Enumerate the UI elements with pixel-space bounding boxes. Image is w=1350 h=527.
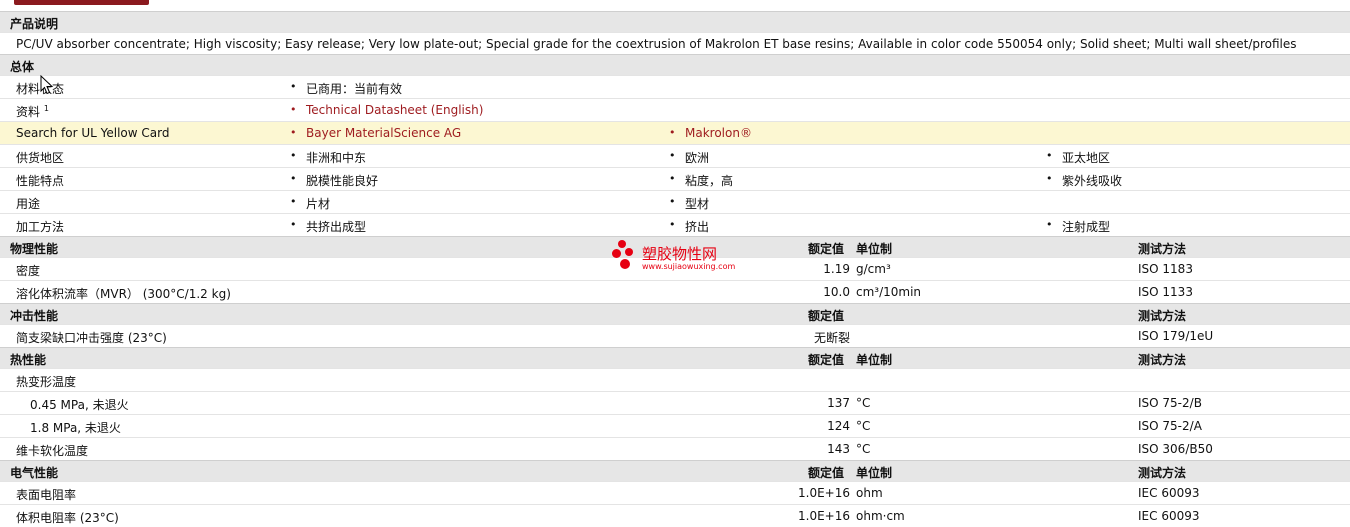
general-row-docs: 资料 1 Technical Datasheet (English) <box>0 98 1350 121</box>
property-row: 表面电阻率 1.0E+16 ohm IEC 60093 <box>0 481 1350 504</box>
section-title: 总体 <box>10 60 35 74</box>
bullet-item: 型材 <box>669 195 709 212</box>
property-label: 热变形温度 <box>16 375 77 389</box>
bullet-item: 紫外线吸收 <box>1046 172 1122 189</box>
bullet-item: 非洲和中东 <box>290 149 366 166</box>
bullet-item: 欧洲 <box>669 149 709 166</box>
property-method: IEC 60093 <box>1138 486 1200 500</box>
row-label: 性能特点 <box>16 174 65 188</box>
general-row-status: 材料状态 已商用：当前有效 <box>0 75 1350 98</box>
section-title: 冲击性能 <box>10 309 59 323</box>
property-unit: ohm·cm <box>856 509 905 523</box>
row-label: 用途 <box>16 197 41 211</box>
property-method: ISO 1133 <box>1138 285 1193 299</box>
row-label: Search for UL Yellow Card <box>16 126 170 140</box>
description-row: PC/UV absorber concentrate; High viscosi… <box>0 32 1350 54</box>
property-label: 0.45 MPa, 未退火 <box>30 398 129 412</box>
column-header-method: 测试方法 <box>1138 353 1187 367</box>
property-label: 1.8 MPa, 未退火 <box>30 421 121 435</box>
property-method: ISO 179/1eU <box>1138 329 1214 343</box>
property-unit: °C <box>856 442 871 456</box>
property-label: 密度 <box>16 264 41 278</box>
row-label: 资料 1 <box>16 104 49 119</box>
column-header-value: 额定值 <box>808 309 845 323</box>
property-label: 表面电阻率 <box>16 488 77 502</box>
manufacturer-link[interactable]: Bayer MaterialScience AG <box>290 126 461 140</box>
bullet-item: 挤出 <box>669 218 709 235</box>
bullet-item: 共挤出成型 <box>290 218 366 235</box>
section-title: 物理性能 <box>10 242 59 256</box>
product-description: PC/UV absorber concentrate; High viscosi… <box>16 37 1297 51</box>
mouse-pointer-icon <box>40 75 54 95</box>
section-title: 产品说明 <box>10 17 59 31</box>
property-value: 1.0E+16 <box>798 509 850 523</box>
section-header-electrical: 电气性能 额定值 单位制 测试方法 <box>0 460 1350 481</box>
property-unit: g/cm³ <box>856 262 891 276</box>
row-label: 加工方法 <box>16 220 65 234</box>
property-value: 143 <box>827 442 850 456</box>
property-value: 137 <box>827 396 850 410</box>
column-header-value: 额定值 <box>808 353 845 367</box>
property-unit: °C <box>856 396 871 410</box>
bullet-item: 片材 <box>290 195 330 212</box>
section-header-impact: 冲击性能 额定值 测试方法 <box>0 303 1350 324</box>
general-row-features: 性能特点 脱模性能良好 粘度，高 紫外线吸收 <box>0 167 1350 190</box>
technical-datasheet-link[interactable]: Technical Datasheet (English) <box>290 103 483 117</box>
property-row: 维卡软化温度 143 °C ISO 306/B50 <box>0 437 1350 460</box>
section-header-description: 产品说明 <box>0 11 1350 32</box>
column-header-method: 测试方法 <box>1138 309 1187 323</box>
property-label: 体积电阻率 (23°C) <box>16 511 119 525</box>
property-unit: °C <box>856 419 871 433</box>
column-header-value: 额定值 <box>808 242 845 256</box>
property-row: 简支梁缺口冲击强度 (23°C) 无断裂 ISO 179/1eU <box>0 324 1350 347</box>
watermark-url: www.sujiaowuxing.com <box>642 262 736 271</box>
general-row-ul-card: Search for UL Yellow Card Bayer Material… <box>0 121 1350 144</box>
bullet-item: 注射成型 <box>1046 218 1110 235</box>
section-title: 热性能 <box>10 353 47 367</box>
bullet-item: 脱模性能良好 <box>290 172 378 189</box>
column-header-unit: 单位制 <box>856 353 893 367</box>
column-header-unit: 单位制 <box>856 466 893 480</box>
section-title: 电气性能 <box>10 466 59 480</box>
property-unit: cm³/10min <box>856 285 922 299</box>
property-value: 无断裂 <box>813 331 850 345</box>
property-method: ISO 1183 <box>1138 262 1193 276</box>
property-row: 0.45 MPa, 未退火 137 °C ISO 75-2/B <box>0 391 1350 414</box>
property-method: ISO 75-2/A <box>1138 419 1202 433</box>
general-row-uses: 用途 片材 型材 <box>0 190 1350 213</box>
property-value: 10.0 <box>823 285 850 299</box>
property-label: 溶化体积流率（MVR） (300°C/1.2 kg) <box>16 287 231 301</box>
section-header-general: 总体 <box>0 54 1350 75</box>
brand-link[interactable]: Makrolon® <box>669 126 752 140</box>
column-header-unit: 单位制 <box>856 242 893 256</box>
bullet-item: 粘度，高 <box>669 172 733 189</box>
property-label: 简支梁缺口冲击强度 (23°C) <box>16 331 167 345</box>
bullet-item: 已商用：当前有效 <box>290 80 402 97</box>
property-row: 1.8 MPa, 未退火 124 °C ISO 75-2/A <box>0 414 1350 437</box>
property-label: 维卡软化温度 <box>16 444 89 458</box>
property-row: 热变形温度 <box>0 368 1350 391</box>
column-header-method: 测试方法 <box>1138 242 1187 256</box>
property-row: 溶化体积流率（MVR） (300°C/1.2 kg) 10.0 cm³/10mi… <box>0 280 1350 303</box>
general-row-processing: 加工方法 共挤出成型 挤出 注射成型 <box>0 213 1350 236</box>
bullet-item: 亚太地区 <box>1046 149 1110 166</box>
property-method: IEC 60093 <box>1138 509 1200 523</box>
section-header-thermal: 热性能 额定值 单位制 测试方法 <box>0 347 1350 368</box>
watermark-name: 塑胶物性网 <box>642 245 718 263</box>
top-tab-bar <box>14 0 149 5</box>
property-row: 体积电阻率 (23°C) 1.0E+16 ohm·cm IEC 60093 <box>0 504 1350 527</box>
column-header-method: 测试方法 <box>1138 466 1187 480</box>
footnote-marker: 1 <box>43 104 49 113</box>
row-label: 供货地区 <box>16 151 65 165</box>
property-method: ISO 306/B50 <box>1138 442 1213 456</box>
property-value: 124 <box>827 419 850 433</box>
property-method: ISO 75-2/B <box>1138 396 1202 410</box>
column-header-value: 额定值 <box>808 466 845 480</box>
site-watermark: 塑胶物性网 www.sujiaowuxing.com <box>612 240 742 274</box>
property-value: 1.0E+16 <box>798 486 850 500</box>
general-row-regions: 供货地区 非洲和中东 欧洲 亚太地区 <box>0 144 1350 167</box>
property-unit: ohm <box>856 486 883 500</box>
